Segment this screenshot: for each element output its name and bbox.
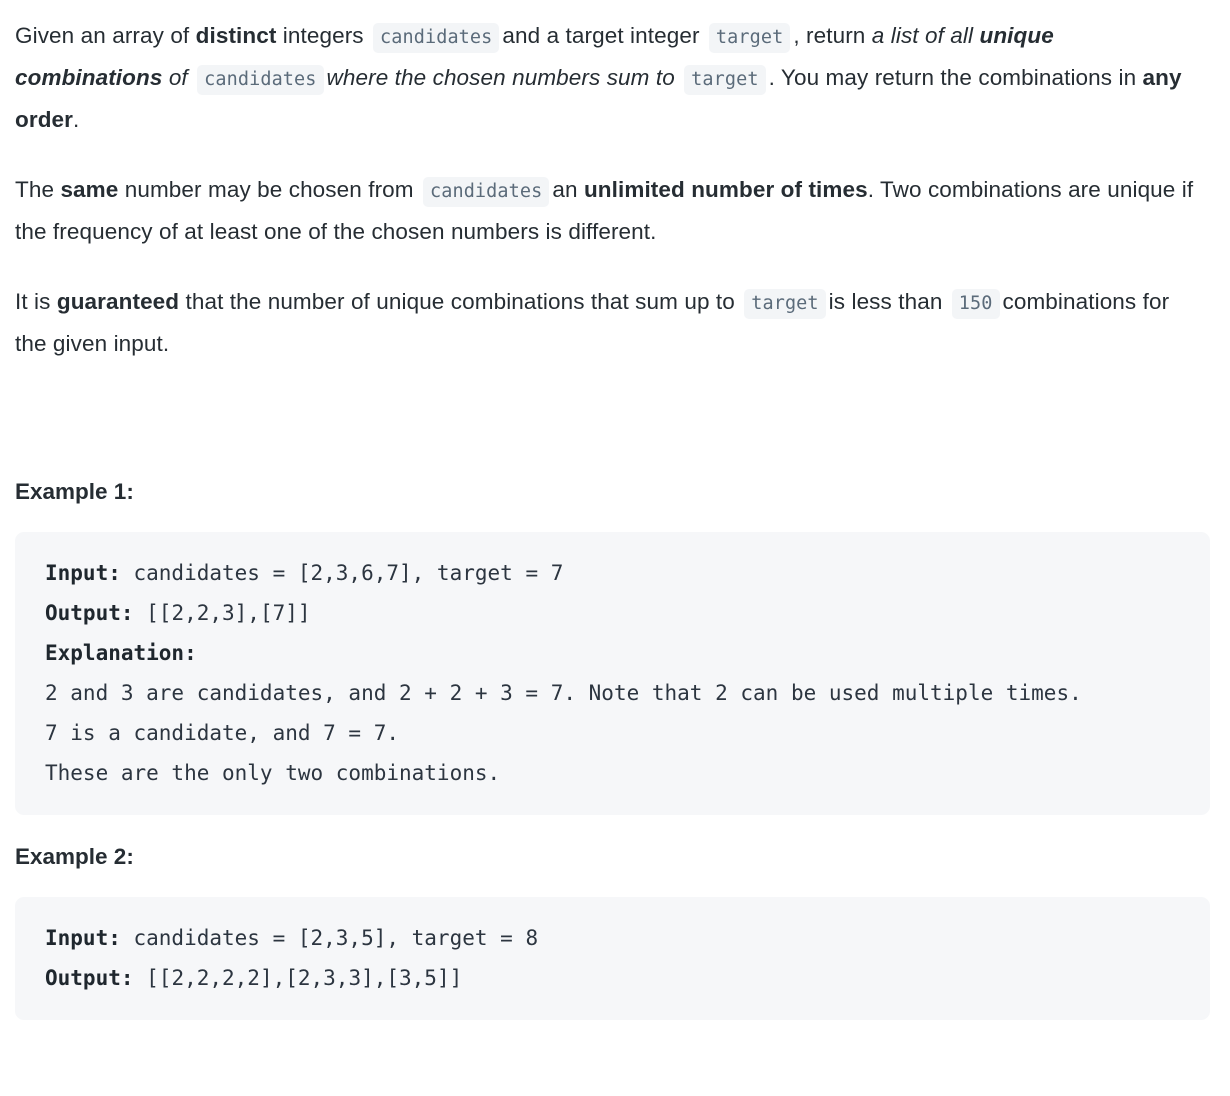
example-2-code: Input: candidates = [2,3,5], target = 8 …	[45, 918, 1210, 998]
p1-seg3: and a target integer	[502, 23, 706, 48]
p2-seg3: an	[552, 177, 584, 202]
p1-bold-distinct: distinct	[195, 23, 277, 48]
p3-bold-guaranteed: guaranteed	[56, 289, 180, 314]
p1-italic-a-list-of-all: a list of all	[871, 23, 980, 48]
p3-seg3: is less than	[828, 289, 949, 314]
problem-statement: Given an array of distinct integers cand…	[0, 0, 1230, 365]
example-1-output-label: Output:	[45, 601, 134, 625]
p1-italic-of: of	[162, 65, 195, 90]
paragraph-1: Given an array of distinct integers cand…	[15, 0, 1196, 141]
p1-seg4: , return	[793, 23, 872, 48]
paragraph-2: The same number may be chosen from candi…	[15, 169, 1196, 253]
example-1-explanation-line-3: These are the only two combinations.	[45, 761, 501, 785]
inline-code-150: 150	[951, 289, 1000, 319]
inline-code-target: target	[708, 23, 791, 53]
example-2-input-label: Input:	[45, 926, 121, 950]
inline-code-candidates: candidates	[373, 23, 500, 53]
inline-code-target-3: target	[744, 289, 826, 319]
example-1-explanation-label: Explanation:	[45, 641, 197, 665]
example-2-code-block: Input: candidates = [2,3,5], target = 8 …	[15, 897, 1210, 1020]
example-2-output-value: [[2,2,2,2],[2,3,3],[3,5]]	[133, 966, 463, 990]
inline-code-candidates-2: candidates	[197, 65, 324, 95]
p1-seg1: Given an array of	[15, 23, 196, 48]
example-1-input-label: Input:	[45, 561, 121, 585]
example-1-code: Input: candidates = [2,3,6,7], target = …	[45, 553, 1210, 793]
p1-italic-where-clause: where the chosen numbers sum to	[326, 65, 682, 90]
p3-seg2: that the number of unique combinations t…	[179, 289, 742, 314]
example-1-code-block: Input: candidates = [2,3,6,7], target = …	[15, 532, 1210, 815]
inline-code-candidates-3: candidates	[422, 177, 550, 207]
problem-description-page: Given an array of distinct integers cand…	[0, 0, 1230, 1020]
p1-seg6: You may return the combinations in	[774, 65, 1143, 90]
example-1-heading: Example 1:	[15, 479, 134, 504]
paragraph-3: It is guaranteed that the number of uniq…	[15, 281, 1196, 365]
p1-seg7: .	[73, 107, 80, 132]
example-1-input-value: candidates = [2,3,6,7], target = 7	[120, 561, 564, 585]
example-1-explanation-line-2: 7 is a candidate, and 7 = 7.	[45, 721, 400, 745]
example-1-output-value: [[2,2,3],[7]]	[133, 601, 311, 625]
p3-seg1: It is	[15, 289, 57, 314]
example-2-input-value: candidates = [2,3,5], target = 8	[120, 926, 539, 950]
inline-code-target-2: target	[684, 65, 766, 95]
p2-bold-unlimited-number-of-times: unlimited number of times	[583, 177, 868, 202]
example-2-heading: Example 2:	[15, 844, 134, 869]
p1-seg2: integers	[276, 23, 371, 48]
example-2-output-label: Output:	[45, 966, 134, 990]
spacer-after-example-1	[0, 815, 1230, 842]
p2-seg1: The	[15, 177, 61, 202]
example-1-explanation-line-1: 2 and 3 are candidates, and 2 + 2 + 3 = …	[45, 681, 1082, 705]
p2-seg2: number may be chosen from	[118, 177, 420, 202]
p2-bold-same: same	[60, 177, 119, 202]
